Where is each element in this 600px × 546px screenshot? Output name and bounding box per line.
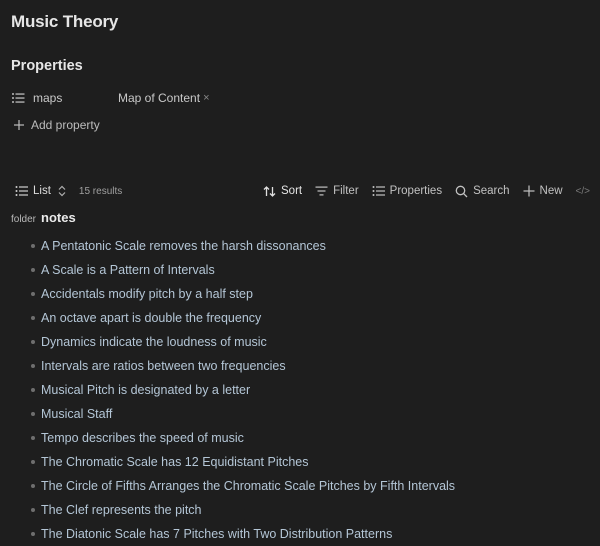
note-link[interactable]: Dynamics indicate the loudness of music [41, 335, 267, 349]
remove-value-icon[interactable]: × [203, 92, 209, 104]
property-value-pill[interactable]: Map of Content × [118, 91, 210, 105]
filter-icon [315, 186, 328, 196]
property-key[interactable]: maps [33, 91, 113, 105]
list-item[interactable]: The Circle of Fifths Arranges the Chroma… [31, 474, 455, 498]
bullet-icon [31, 364, 35, 368]
list-item[interactable]: A Scale is a Pattern of Intervals [31, 258, 455, 282]
properties-label: Properties [389, 185, 443, 197]
chevron-updown-icon [58, 185, 66, 197]
code-view-button[interactable]: </> [576, 186, 590, 197]
filter-button[interactable]: Filter [315, 185, 359, 197]
list-item[interactable]: Musical Staff [31, 402, 455, 426]
group-name: notes [41, 210, 76, 225]
properties-button[interactable]: Properties [372, 185, 442, 197]
list-item[interactable]: A Pentatonic Scale removes the harsh dis… [31, 234, 455, 258]
list-item[interactable]: Tempo describes the speed of music [31, 426, 455, 450]
list-item[interactable]: Musical Pitch is designated by a letter [31, 378, 455, 402]
bullet-icon [31, 268, 35, 272]
bullet-icon [31, 292, 35, 296]
bullet-icon [31, 244, 35, 248]
notes-list: A Pentatonic Scale removes the harsh dis… [31, 234, 455, 546]
bullet-icon [31, 316, 35, 320]
bullet-icon [31, 412, 35, 416]
page-title[interactable]: Music Theory [11, 12, 118, 32]
note-link[interactable]: Accidentals modify pitch by a half step [41, 287, 253, 301]
property-row-maps[interactable]: maps Map of Content × [11, 88, 571, 108]
note-link[interactable]: Musical Staff [41, 407, 112, 421]
code-icon: </> [575, 185, 590, 197]
note-link[interactable]: Musical Pitch is designated by a letter [41, 383, 250, 397]
view-selector[interactable]: List [15, 185, 67, 197]
bullet-icon [31, 508, 35, 512]
properties-list-icon [372, 186, 385, 196]
note-link[interactable]: The Diatonic Scale has 7 Pitches with Tw… [41, 527, 392, 541]
list-item[interactable]: The Diatonic Scale has 7 Pitches with Tw… [31, 522, 455, 546]
search-button[interactable]: Search [455, 185, 510, 198]
bullet-icon [31, 484, 35, 488]
plus-icon [523, 185, 535, 197]
note-link[interactable]: A Scale is a Pattern of Intervals [41, 263, 215, 277]
add-property-button[interactable]: Add property [13, 118, 100, 132]
note-link[interactable]: The Clef represents the pitch [41, 503, 202, 517]
note-link[interactable]: Intervals are ratios between two frequen… [41, 359, 286, 373]
properties-heading[interactable]: Properties [11, 58, 83, 74]
base-toolbar: List 15 results Sort Filter Properties S… [15, 181, 590, 201]
search-label: Search [473, 185, 510, 197]
bullet-icon [31, 436, 35, 440]
list-item[interactable]: The Chromatic Scale has 12 Equidistant P… [31, 450, 455, 474]
filter-label: Filter [333, 185, 359, 197]
bullet-icon [31, 460, 35, 464]
sort-icon [263, 185, 276, 197]
new-button[interactable]: New [523, 185, 563, 197]
new-label: New [539, 185, 563, 197]
note-link[interactable]: Tempo describes the speed of music [41, 431, 244, 445]
search-icon [455, 185, 468, 197]
sort-label: Sort [281, 185, 303, 197]
group-header: folder notes [11, 210, 76, 225]
note-view: Music Theory Properties maps Map of Cont… [0, 0, 600, 546]
list-item[interactable]: Dynamics indicate the loudness of music [31, 330, 455, 354]
list-view-icon [15, 186, 28, 196]
note-link[interactable]: The Chromatic Scale has 12 Equidistant P… [41, 455, 309, 469]
group-prefix: folder [11, 214, 37, 225]
sort-button[interactable]: Sort [263, 185, 302, 198]
list-item[interactable]: The Clef represents the pitch [31, 498, 455, 522]
property-value-text[interactable]: Map of Content [118, 91, 200, 105]
bullet-icon [31, 532, 35, 536]
results-count: 15 results [78, 185, 123, 197]
note-link[interactable]: An octave apart is double the frequency [41, 311, 261, 325]
list-item[interactable]: Intervals are ratios between two frequen… [31, 354, 455, 378]
view-label: List [33, 185, 51, 197]
note-link[interactable]: A Pentatonic Scale removes the harsh dis… [41, 239, 326, 253]
bullet-icon [31, 340, 35, 344]
list-icon [12, 93, 25, 103]
bullet-icon [31, 388, 35, 392]
note-link[interactable]: The Circle of Fifths Arranges the Chroma… [41, 479, 455, 493]
list-item[interactable]: Accidentals modify pitch by a half step [31, 282, 455, 306]
add-property-label: Add property [31, 118, 100, 132]
list-item[interactable]: An octave apart is double the frequency [31, 306, 455, 330]
plus-icon [14, 120, 24, 130]
